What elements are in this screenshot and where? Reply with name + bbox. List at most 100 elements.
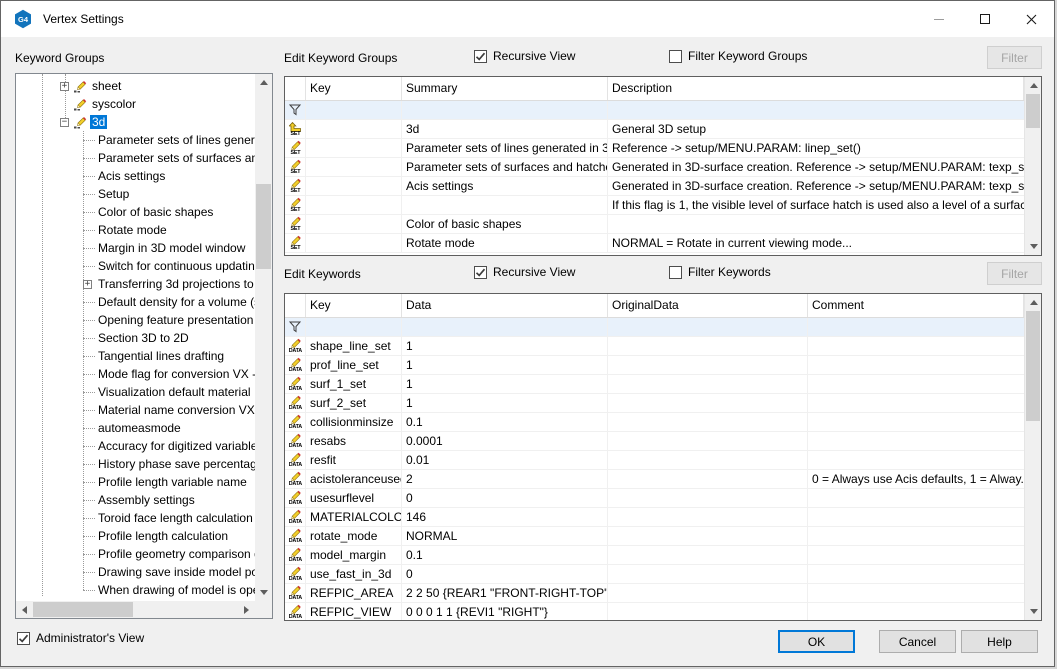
tree-item[interactable]: Margin in 3D model window xyxy=(16,239,255,257)
scrollbar-thumb[interactable] xyxy=(1026,94,1040,128)
tree-item[interactable]: When drawing of model is open xyxy=(16,581,255,599)
minimize-button[interactable] xyxy=(916,1,962,37)
scroll-down-button[interactable] xyxy=(1025,603,1042,620)
table-row[interactable]: DATAmodel_margin0.1 xyxy=(285,546,1024,565)
table-row[interactable]: SETAcis settingsGenerated in 3D-surface … xyxy=(285,177,1024,196)
tree-vertical-scrollbar[interactable] xyxy=(255,74,272,601)
scroll-up-button[interactable] xyxy=(255,74,272,91)
column-header-key[interactable]: Key xyxy=(306,294,402,317)
column-header-data[interactable]: Data xyxy=(402,294,608,317)
tree-item[interactable]: Material name conversion VX - 3 xyxy=(16,401,255,419)
filter-row[interactable] xyxy=(285,101,1024,120)
cell-description xyxy=(608,215,1024,233)
collapse-icon[interactable]: − xyxy=(60,118,69,127)
tree-item[interactable]: Section 3D to 2D xyxy=(16,329,255,347)
scroll-up-button[interactable] xyxy=(1025,294,1042,311)
scroll-right-button[interactable] xyxy=(238,601,255,618)
column-header-comment[interactable]: Comment xyxy=(808,294,1024,317)
scroll-down-button[interactable] xyxy=(255,584,272,601)
tree-item[interactable]: Profile length calculation xyxy=(16,527,255,545)
app-icon: G4 xyxy=(13,9,33,29)
tree-item[interactable]: +Transferring 3d projections to 2d xyxy=(16,275,255,293)
tree-item[interactable]: History phase save percentage xyxy=(16,455,255,473)
expand-icon[interactable]: + xyxy=(60,82,69,91)
scroll-left-button[interactable] xyxy=(16,601,33,618)
tree-item[interactable]: automeasmode xyxy=(16,419,255,437)
tree-item[interactable]: Toroid face length calculation xyxy=(16,509,255,527)
table-row[interactable]: DATAREFPIC_AREA2 2 50 {REAR1 "FRONT-RIGH… xyxy=(285,584,1024,603)
tree-connector xyxy=(83,194,95,195)
scroll-up-button[interactable] xyxy=(1025,77,1042,94)
keywords-filter-button[interactable]: Filter xyxy=(987,262,1042,285)
filter-keyword-groups-checkbox[interactable] xyxy=(669,50,682,63)
table-row[interactable]: SETColor of basic shapes xyxy=(285,215,1024,234)
groups-table-scrollbar[interactable] xyxy=(1024,77,1041,255)
table-row[interactable]: DATAMATERIALCOLOR146 xyxy=(285,508,1024,527)
table-row[interactable]: SETParameter sets of lines generated in … xyxy=(285,139,1024,158)
cell-comment xyxy=(808,337,1024,355)
table-row[interactable]: SETIf this flag is 1, the visible level … xyxy=(285,196,1024,215)
tree-item[interactable]: Profile length variable name xyxy=(16,473,255,491)
table-row[interactable]: DATAsurf_1_set1 xyxy=(285,375,1024,394)
filter-keywords-checkbox[interactable] xyxy=(669,266,682,279)
help-button[interactable]: Help xyxy=(961,630,1038,653)
table-row[interactable]: SET3dGeneral 3D setup xyxy=(285,120,1024,139)
table-row[interactable]: DATAcollisionminsize0.1 xyxy=(285,413,1024,432)
tree-item[interactable]: Parameter sets of surfaces and h xyxy=(16,149,255,167)
filter-row[interactable] xyxy=(285,318,1024,337)
cancel-button[interactable]: Cancel xyxy=(879,630,956,653)
maximize-button[interactable] xyxy=(962,1,1008,37)
tree-item[interactable]: Default density for a volume (ste xyxy=(16,293,255,311)
table-row[interactable]: DATAprof_line_set1 xyxy=(285,356,1024,375)
scrollbar-thumb[interactable] xyxy=(33,602,133,617)
ok-button[interactable]: OK xyxy=(778,630,855,653)
table-row[interactable]: DATAREFPIC_VIEW0 0 0 1 1 {REVI1 "RIGHT"} xyxy=(285,603,1024,620)
tree-item[interactable]: Tangential lines drafting xyxy=(16,347,255,365)
table-row[interactable]: SETRotate modeNORMAL = Rotate in current… xyxy=(285,234,1024,253)
scroll-down-button[interactable] xyxy=(1025,238,1042,255)
tree-item[interactable]: Profile geometry comparison do xyxy=(16,545,255,563)
expand-icon[interactable]: + xyxy=(83,280,92,289)
groups-filter-button[interactable]: Filter xyxy=(987,46,1042,69)
column-header-description[interactable]: Description xyxy=(608,77,1024,100)
tree-horizontal-scrollbar[interactable] xyxy=(16,601,255,618)
scrollbar-thumb[interactable] xyxy=(1026,311,1040,421)
column-header-key[interactable]: Key xyxy=(306,77,402,100)
tree-item[interactable]: Opening feature presentation in xyxy=(16,311,255,329)
tree-item[interactable]: Parameter sets of lines generate xyxy=(16,131,255,149)
keywords-recursive-view-checkbox[interactable] xyxy=(474,266,487,279)
cell-summary: Parameter sets of lines generated in 3D.… xyxy=(402,139,608,157)
tree-item[interactable]: Color of basic shapes xyxy=(16,203,255,221)
table-row[interactable]: DATAacistoleranceused20 = Always use Aci… xyxy=(285,470,1024,489)
tree-item[interactable]: Visualization default material xyxy=(16,383,255,401)
column-header-originaldata[interactable]: OriginalData xyxy=(608,294,808,317)
table-row[interactable]: DATAshape_line_set1 xyxy=(285,337,1024,356)
close-button[interactable] xyxy=(1008,1,1054,37)
tree-item[interactable]: −3d xyxy=(16,113,255,131)
administrators-view-checkbox[interactable] xyxy=(17,632,30,645)
groups-recursive-view-checkbox[interactable] xyxy=(474,50,487,63)
tree-item[interactable]: +sheet xyxy=(16,77,255,95)
tree-item[interactable]: Assembly settings xyxy=(16,491,255,509)
keywords-table-scrollbar[interactable] xyxy=(1024,294,1041,620)
cell-data: 1 xyxy=(402,356,608,374)
table-row[interactable]: SETParameter sets of surfaces and hatche… xyxy=(285,158,1024,177)
tree-item[interactable]: Mode flag for conversion VX - 3 xyxy=(16,365,255,383)
table-row[interactable]: DATAresfit0.01 xyxy=(285,451,1024,470)
tree-item[interactable]: Rotate mode xyxy=(16,221,255,239)
filter-cell xyxy=(808,318,1024,336)
tree-item[interactable]: syscolor xyxy=(16,95,255,113)
tree-connector xyxy=(83,590,95,591)
table-row[interactable]: DATAuse_fast_in_3d0 xyxy=(285,565,1024,584)
table-row[interactable]: DATAusesurflevel0 xyxy=(285,489,1024,508)
tree-item[interactable]: Switch for continuous updating xyxy=(16,257,255,275)
tree-item[interactable]: Acis settings xyxy=(16,167,255,185)
column-header-summary[interactable]: Summary xyxy=(402,77,608,100)
scrollbar-thumb[interactable] xyxy=(256,184,271,269)
table-row[interactable]: DATArotate_modeNORMAL xyxy=(285,527,1024,546)
tree-item[interactable]: Drawing save inside model poss xyxy=(16,563,255,581)
tree-item[interactable]: Setup xyxy=(16,185,255,203)
table-row[interactable]: DATAresabs0.0001 xyxy=(285,432,1024,451)
table-row[interactable]: DATAsurf_2_set1 xyxy=(285,394,1024,413)
tree-item[interactable]: Accuracy for digitized variable v xyxy=(16,437,255,455)
